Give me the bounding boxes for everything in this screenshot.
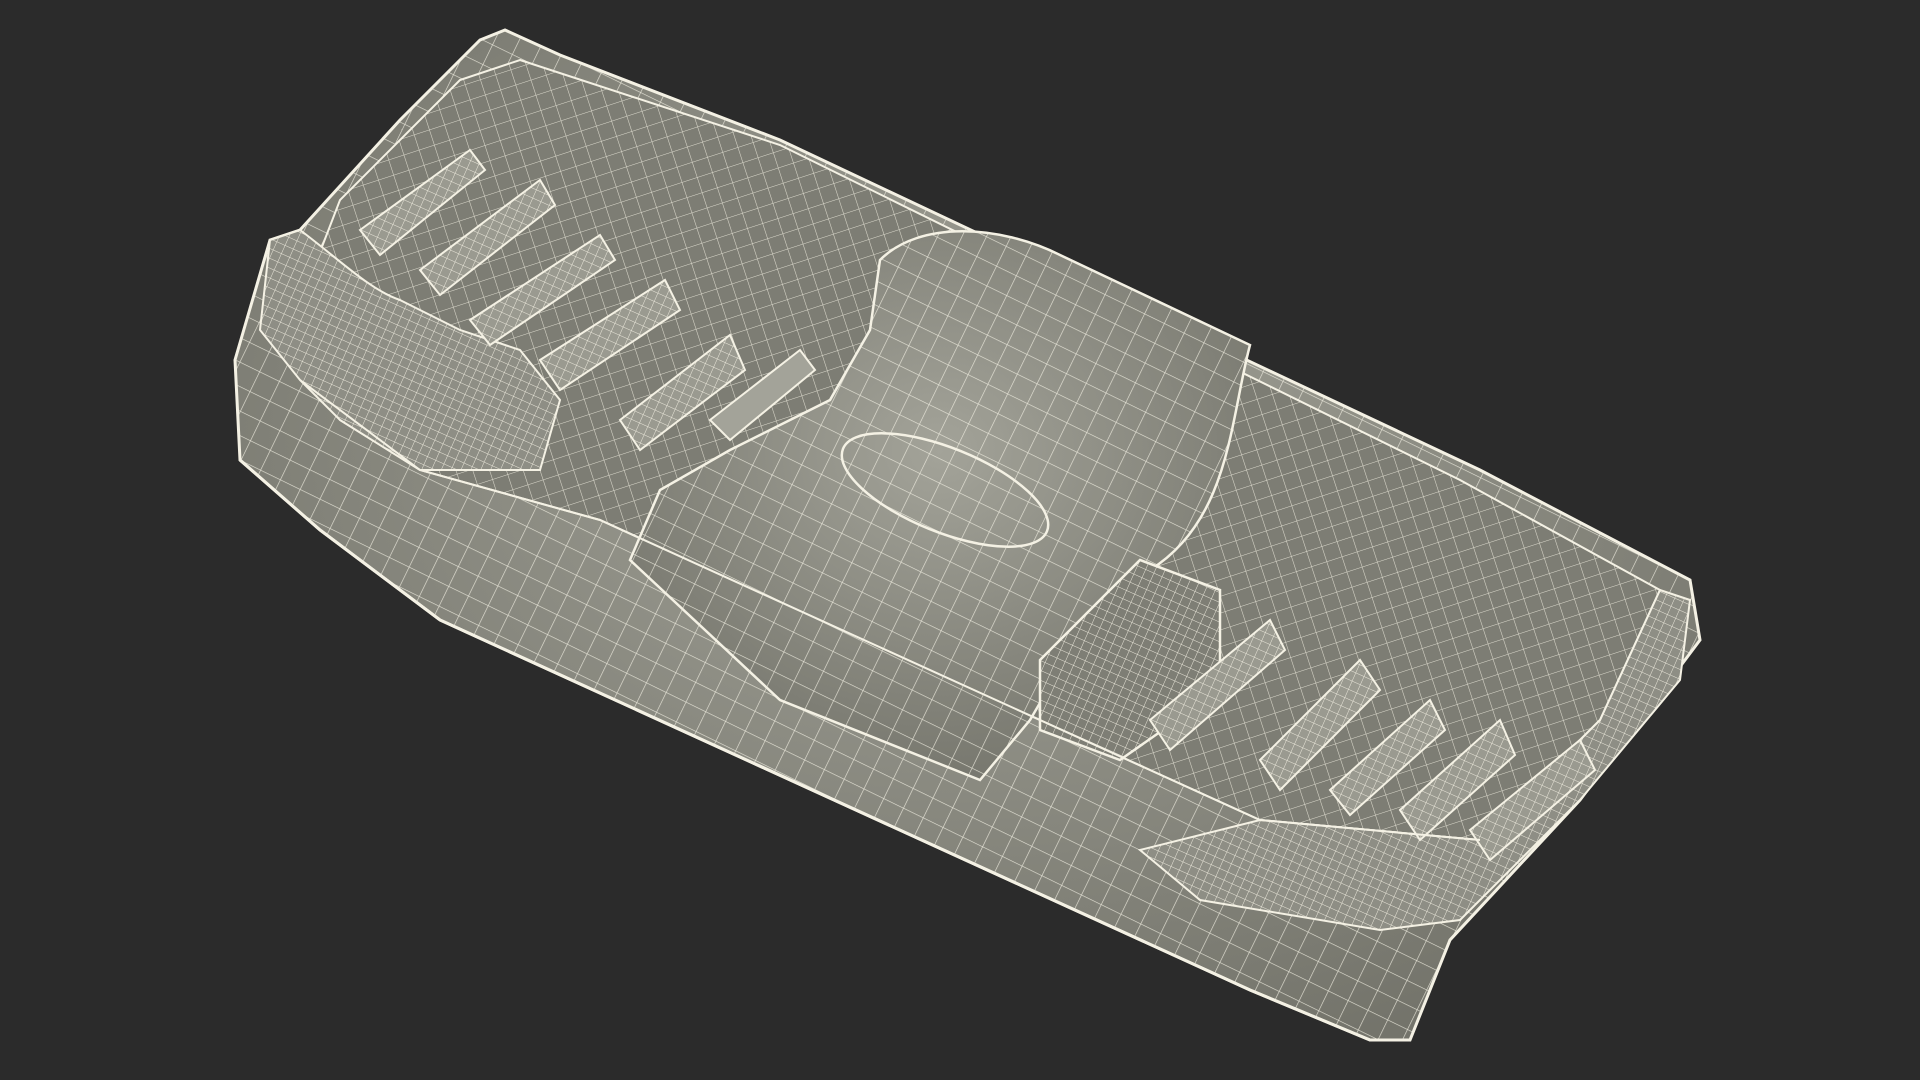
viewport: [0, 0, 1920, 1080]
